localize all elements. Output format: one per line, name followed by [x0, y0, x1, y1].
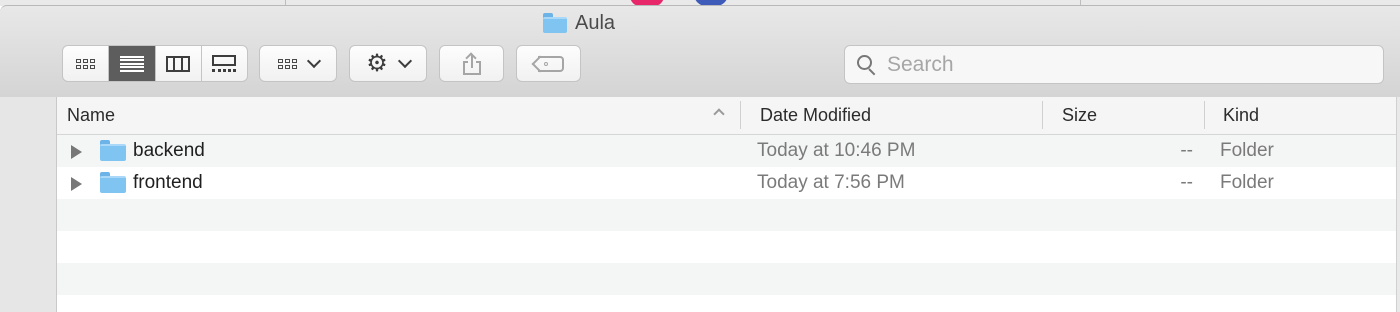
file-date-modified: Today at 10:46 PM	[757, 140, 916, 161]
group-grid-icon	[277, 58, 297, 69]
search-icon	[855, 53, 879, 77]
file-size: --	[1180, 140, 1193, 161]
share-icon	[462, 51, 481, 75]
column-divider[interactable]	[1042, 101, 1043, 129]
folder-icon	[543, 13, 567, 33]
file-kind: Folder	[1220, 172, 1274, 193]
search-field[interactable]	[844, 45, 1384, 84]
empty-row	[57, 295, 1396, 312]
list-header: Name Date Modified Size Kind	[57, 97, 1396, 135]
sidebar	[0, 97, 57, 312]
icon-grid-icon	[76, 58, 96, 69]
column-divider[interactable]	[1204, 101, 1205, 129]
disclosure-triangle-icon[interactable]	[71, 145, 82, 159]
column-header-kind[interactable]: Kind	[1223, 97, 1259, 134]
empty-row	[57, 199, 1396, 231]
chevron-down-icon	[397, 53, 412, 69]
file-name: frontend	[133, 172, 203, 193]
action-button[interactable]: ⚙	[349, 45, 427, 82]
list-icon	[119, 55, 144, 72]
icon-view-button[interactable]	[63, 46, 110, 81]
search-input[interactable]	[885, 51, 1383, 78]
column-header-size[interactable]: Size	[1062, 97, 1097, 134]
gear-icon: ⚙	[366, 49, 388, 77]
folder-icon	[100, 140, 126, 161]
gallery-view-button[interactable]	[202, 46, 247, 81]
share-button[interactable]	[439, 45, 504, 82]
list-view-button[interactable]	[109, 46, 156, 81]
group-by-button[interactable]	[259, 45, 337, 82]
disclosure-triangle-icon[interactable]	[71, 177, 82, 191]
empty-row	[57, 231, 1396, 263]
column-divider[interactable]	[740, 101, 741, 129]
folder-icon	[100, 172, 126, 193]
file-date-modified: Today at 7:56 PM	[757, 172, 905, 193]
file-size: --	[1180, 172, 1193, 193]
column-view-button[interactable]	[156, 46, 202, 81]
file-row-frontend[interactable]: frontend Today at 7:56 PM -- Folder	[57, 167, 1396, 199]
columns-icon	[166, 55, 191, 72]
window-title: Aula	[543, 11, 615, 35]
column-header-name[interactable]: Name	[67, 97, 115, 134]
file-kind: Folder	[1220, 140, 1274, 161]
file-list: backend Today at 10:46 PM -- Folder fron…	[57, 135, 1396, 312]
gallery-icon	[212, 54, 237, 73]
tag-icon	[531, 55, 564, 72]
chevron-down-icon	[306, 53, 321, 69]
file-row-backend[interactable]: backend Today at 10:46 PM -- Folder	[57, 135, 1396, 167]
empty-row	[57, 263, 1396, 295]
view-mode-segmented-control	[62, 45, 248, 82]
tags-button[interactable]	[516, 45, 581, 82]
window-title-text: Aula	[575, 11, 616, 34]
sort-ascending-icon[interactable]	[713, 108, 725, 120]
scrollbar-track[interactable]	[1396, 97, 1400, 312]
column-header-date-modified[interactable]: Date Modified	[760, 97, 871, 134]
file-name: backend	[133, 140, 205, 161]
